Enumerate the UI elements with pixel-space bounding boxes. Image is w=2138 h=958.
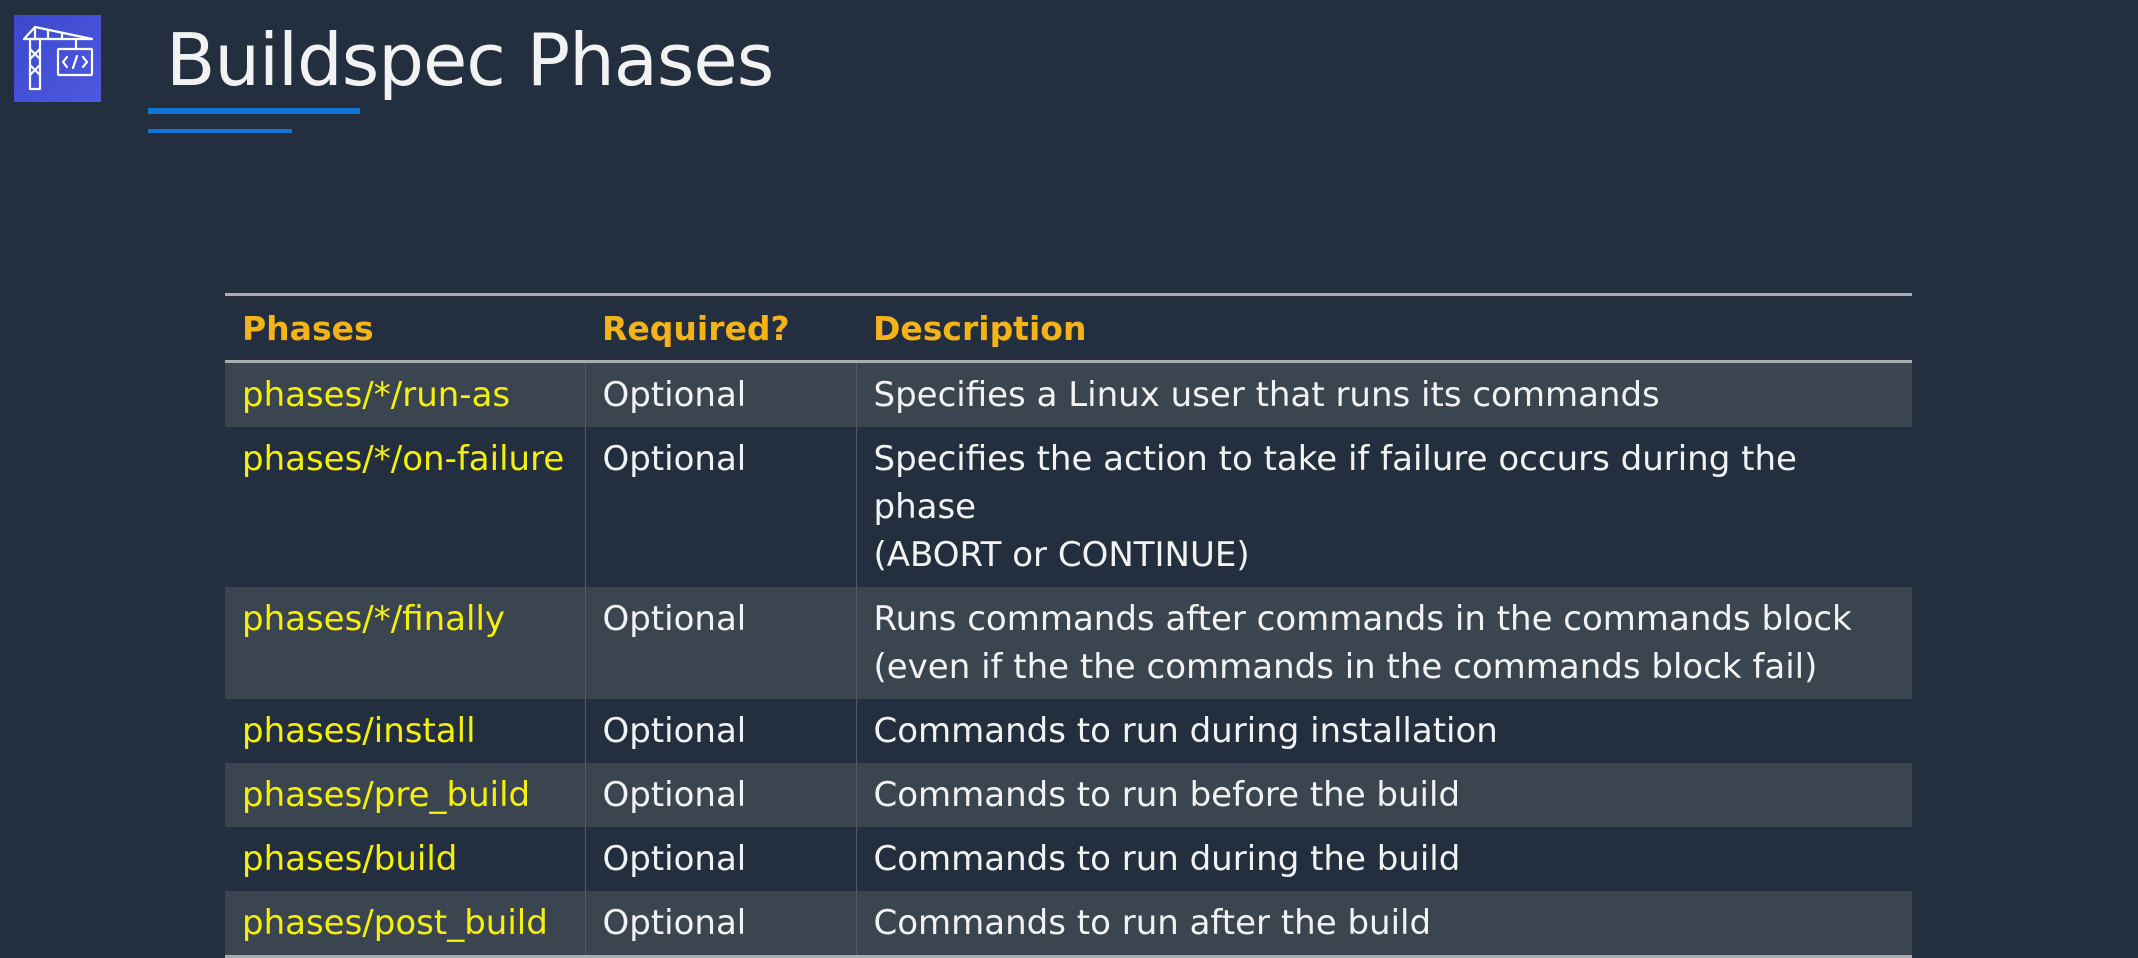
phase-cell: phases/*/finally (225, 587, 585, 699)
description-cell: Specifies the action to take if failure … (855, 427, 1912, 587)
table-row: phases/*/finally Optional Runs commands … (225, 587, 1912, 699)
description-line: Commands to run during the build (873, 839, 1461, 879)
phase-cell: phases/pre_build (225, 763, 585, 827)
required-cell: Optional (584, 427, 856, 587)
table-row: phases/*/run-as Optional Specifies a Lin… (225, 361, 1912, 427)
slide-title: Buildspec Phases (166, 18, 774, 102)
header-phases: Phases (225, 294, 585, 363)
header-required: Required? (585, 294, 856, 363)
description-cell: Specifies a Linux user that runs its com… (855, 361, 1912, 427)
description-cell: Commands to run during installation (855, 699, 1912, 763)
phase-cell: phases/build (225, 827, 585, 891)
description-line: Commands to run after the build (873, 903, 1432, 943)
description-cell: Commands to run after the build (855, 891, 1912, 957)
description-line: (ABORT or CONTINUE) (873, 535, 1250, 575)
description-line: Specifies the action to take if failure … (873, 439, 1797, 527)
codebuild-logo (14, 15, 101, 102)
phase-cell: phases/post_build (225, 891, 585, 957)
required-cell: Optional (584, 361, 856, 427)
table-row: phases/build Optional Commands to run du… (225, 827, 1912, 891)
required-cell: Optional (584, 763, 856, 827)
required-cell: Optional (584, 891, 856, 957)
description-line: (even if the the commands in the command… (873, 647, 1818, 687)
codebuild-crane-icon (22, 25, 94, 91)
description-line: Specifies a Linux user that runs its com… (873, 375, 1660, 415)
title-underline-short (148, 129, 292, 133)
required-cell: Optional (584, 699, 856, 763)
phase-cell: phases/*/run-as (225, 361, 585, 427)
phases-table: Phases Required? Description phases/*/ru… (225, 293, 1912, 958)
phase-cell: phases/install (225, 699, 585, 763)
description-cell: Commands to run during the build (855, 827, 1912, 891)
description-cell: Commands to run before the build (855, 763, 1912, 827)
table-row: phases/pre_build Optional Commands to ru… (225, 763, 1912, 827)
table-header-row: Phases Required? Description (225, 294, 1912, 363)
table-row: phases/post_build Optional Commands to r… (225, 891, 1912, 957)
header-description: Description (856, 294, 1912, 363)
title-underline-long (148, 108, 360, 114)
phases-table-container: Phases Required? Description phases/*/ru… (225, 293, 1912, 958)
table-row: phases/*/on-failure Optional Specifies t… (225, 427, 1912, 587)
description-cell: Runs commands after commands in the comm… (855, 587, 1912, 699)
description-line: Commands to run before the build (873, 775, 1461, 815)
table-row: phases/install Optional Commands to run … (225, 699, 1912, 763)
description-line: Commands to run during installation (873, 711, 1498, 751)
phase-cell: phases/*/on-failure (225, 427, 585, 587)
description-line: Runs commands after commands in the comm… (873, 599, 1852, 639)
required-cell: Optional (584, 587, 856, 699)
required-cell: Optional (584, 827, 856, 891)
